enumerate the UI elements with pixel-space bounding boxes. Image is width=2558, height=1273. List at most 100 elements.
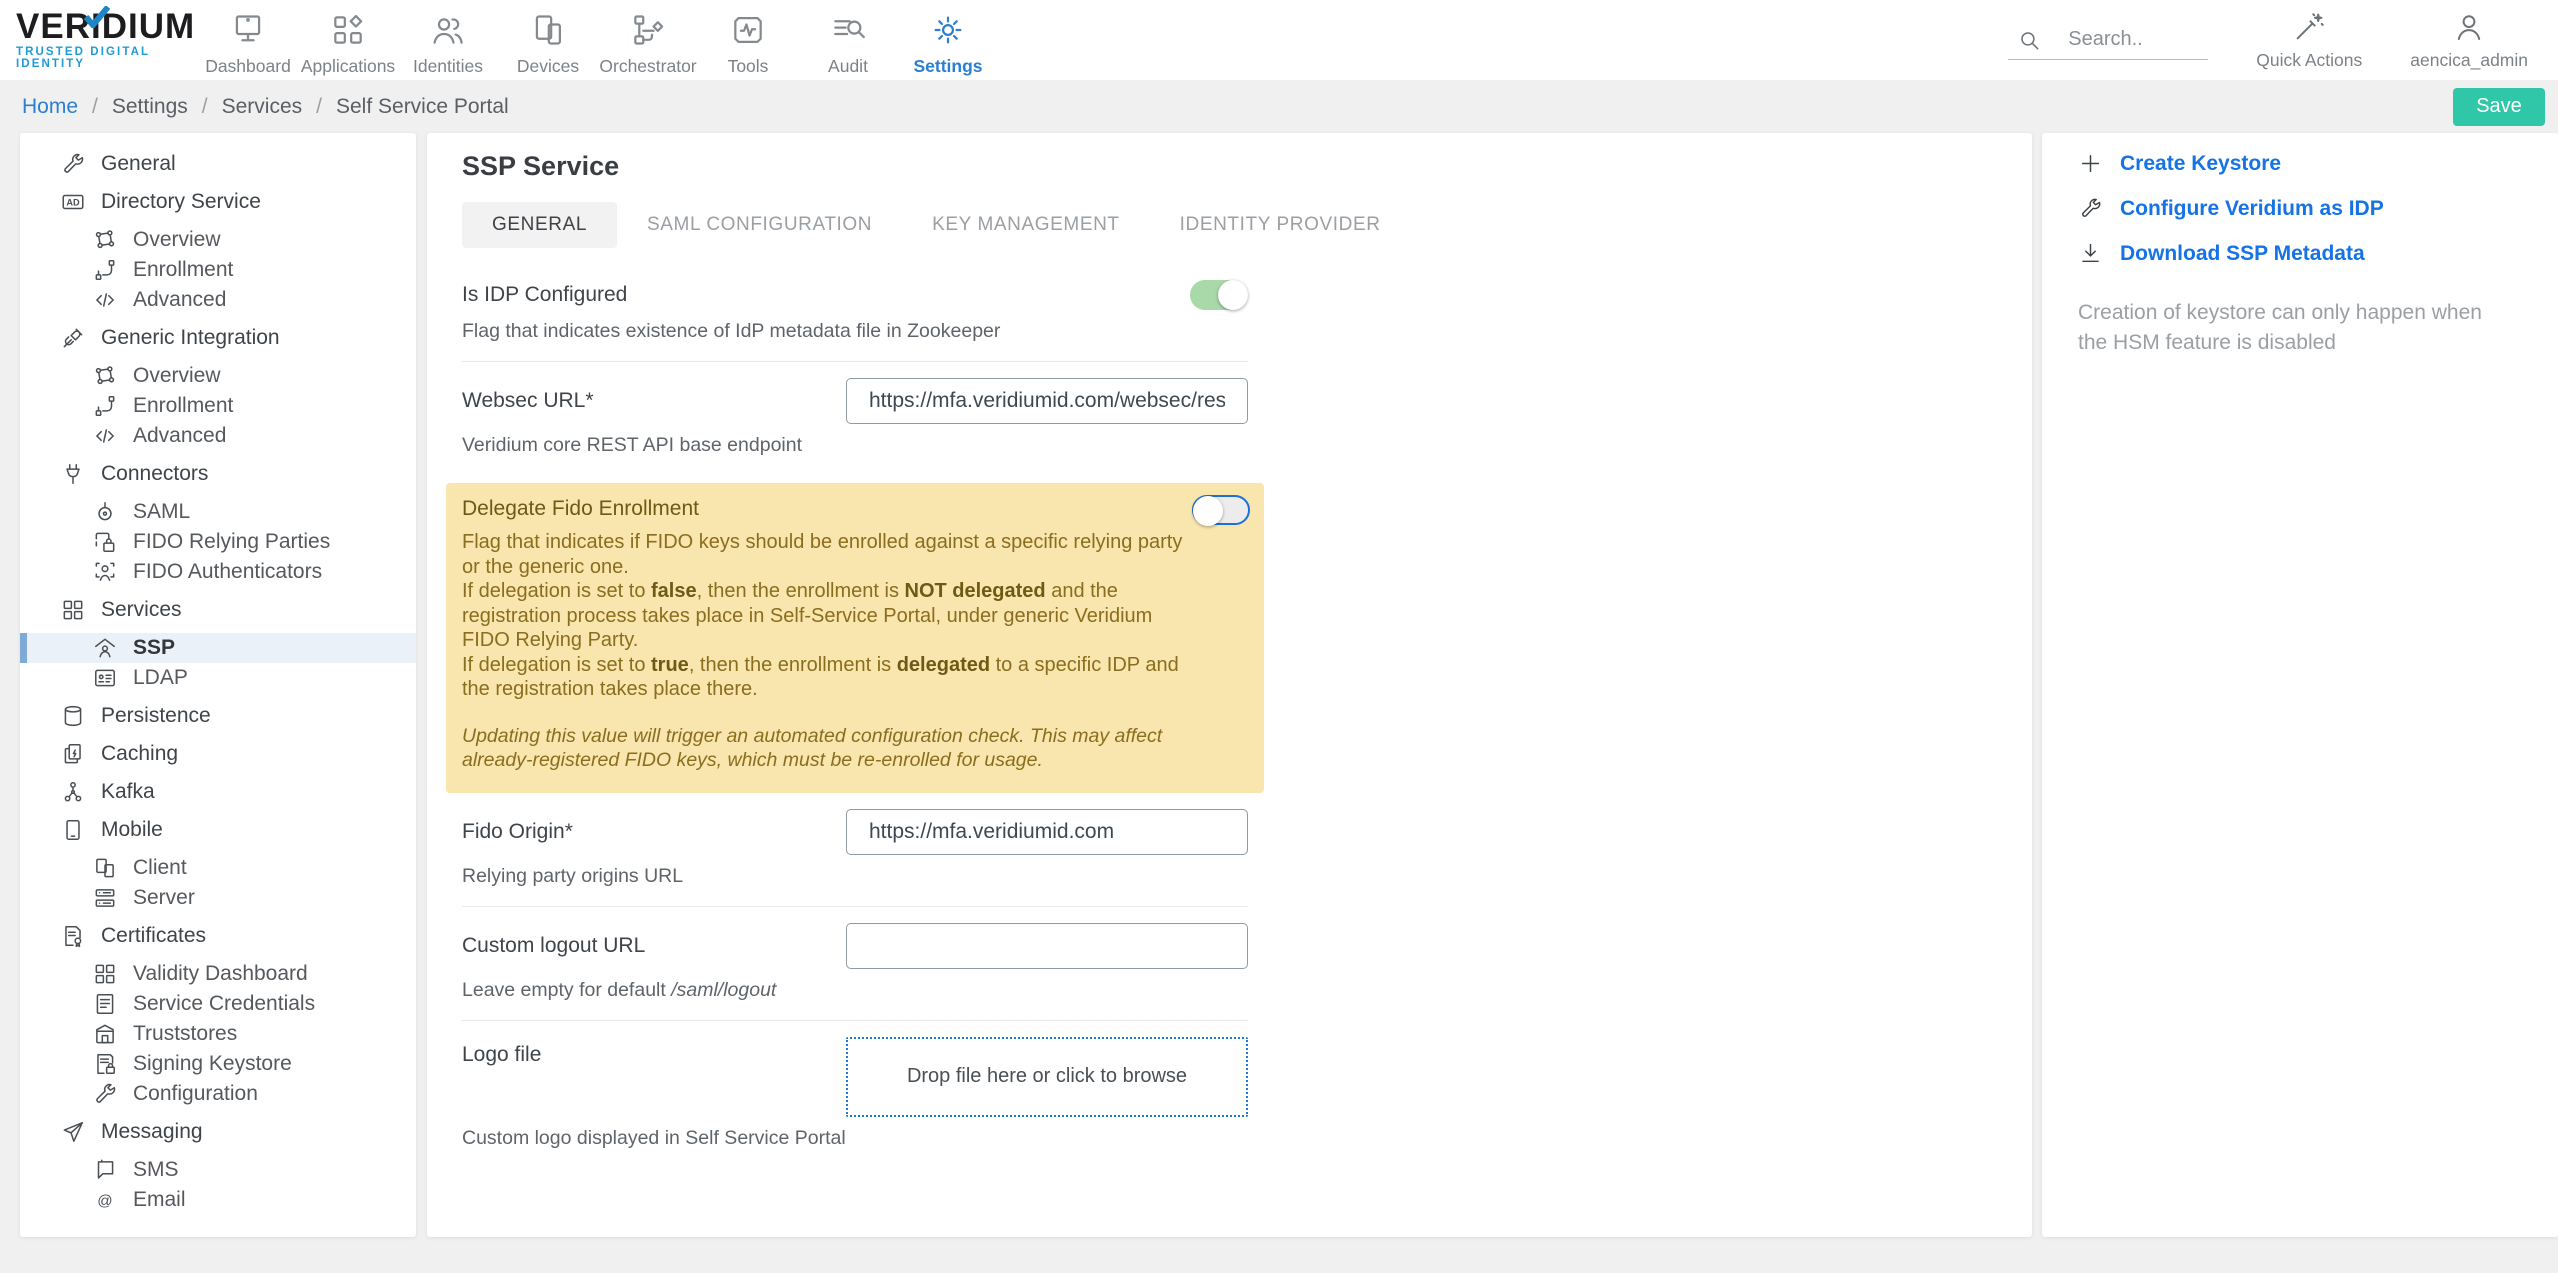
nav-item-devices[interactable]: Devices: [498, 3, 598, 77]
sidebar-item-overview[interactable]: Overview: [20, 225, 416, 255]
delegate-fido-toggle[interactable]: [1192, 495, 1250, 525]
database-icon: [60, 703, 86, 729]
create-keystore-link[interactable]: Create Keystore: [2078, 151, 2522, 176]
grid-icon: [92, 961, 118, 987]
sidebar-item-directory-service[interactable]: ADDirectory Service: [20, 187, 416, 217]
sidebar-item-label: SAML: [133, 500, 190, 524]
is-idp-toggle[interactable]: [1190, 280, 1248, 310]
sidebar-item-label: Kafka: [101, 780, 155, 804]
tab-identity-provider[interactable]: IDENTITY PROVIDER: [1150, 202, 1411, 248]
sidebar-item-service-credentials[interactable]: Service Credentials: [20, 989, 416, 1019]
sidebar-item-sms[interactable]: SMS: [20, 1155, 416, 1185]
sidebar-item-truststores[interactable]: Truststores: [20, 1019, 416, 1049]
user-menu[interactable]: aencica_admin: [2410, 10, 2528, 71]
sidebar-item-advanced[interactable]: Advanced: [20, 285, 416, 315]
cache-icon: [60, 741, 86, 767]
sidebar-item-signing-keystore[interactable]: Signing Keystore: [20, 1049, 416, 1079]
sidebar-list: GeneralADDirectory ServiceOverviewEnroll…: [20, 133, 416, 1215]
tab-saml-configuration[interactable]: SAML CONFIGURATION: [617, 202, 902, 248]
toggle-knob: [1193, 496, 1223, 526]
plus-icon: [2078, 151, 2103, 176]
breadcrumb-item-home[interactable]: Home: [22, 95, 78, 119]
sidebar-item-saml[interactable]: SAML: [20, 497, 416, 527]
sidebar-item-generic-integration[interactable]: Generic Integration: [20, 323, 416, 353]
veridium-logo[interactable]: VERIDIUM TRUSTED DIGITAL IDENTITY: [0, 10, 190, 70]
sidebar-item-persistence[interactable]: Persistence: [20, 701, 416, 731]
sidebar-item-label: Services: [101, 598, 182, 622]
sidebar-item-connectors[interactable]: Connectors: [20, 459, 416, 489]
connector-icon: [60, 461, 86, 487]
sidebar-item-ldap[interactable]: LDAP: [20, 663, 416, 693]
sidebar-item-advanced[interactable]: Advanced: [20, 421, 416, 451]
fido-origin-input[interactable]: [846, 809, 1248, 855]
page-title: SSP Service: [462, 151, 1996, 182]
breadcrumb-item-settings[interactable]: Settings: [112, 95, 188, 119]
fido-origin-description: Relying party origins URL: [462, 865, 1248, 888]
logo-dropzone[interactable]: Drop file here or click to browse: [846, 1037, 1248, 1117]
sidebar-item-email[interactable]: @Email: [20, 1185, 416, 1215]
plug-icon: [60, 325, 86, 351]
configure-veridium-as-idp-link[interactable]: Configure Veridium as IDP: [2078, 196, 2522, 221]
delegate-line1: Flag that indicates if FIDO keys should …: [462, 531, 1182, 578]
sidebar-item-enrollment[interactable]: Enrollment: [20, 391, 416, 421]
sidebar-item-messaging[interactable]: Messaging: [20, 1117, 416, 1147]
sidebar-item-fido-authenticators[interactable]: FIDO Authenticators: [20, 557, 416, 587]
sidebar-item-label: Directory Service: [101, 190, 261, 214]
sidebar-item-server[interactable]: Server: [20, 883, 416, 913]
global-search[interactable]: [2008, 21, 2208, 60]
sidebar-item-label: SMS: [133, 1158, 179, 1182]
save-button[interactable]: Save: [2453, 88, 2545, 126]
breadcrumb-item-self-service-portal[interactable]: Self Service Portal: [336, 95, 509, 119]
logo-tagline: TRUSTED DIGITAL IDENTITY: [16, 46, 190, 70]
nav-item-audit[interactable]: Audit: [798, 3, 898, 77]
sidebar-item-label: Advanced: [133, 424, 226, 448]
breadcrumb: Home/Settings/Services/Self Service Port…: [22, 95, 509, 119]
sidebar-item-kafka[interactable]: Kafka: [20, 777, 416, 807]
is-idp-label: Is IDP Configured: [462, 283, 1190, 307]
sidebar-item-ssp[interactable]: SSP: [20, 633, 416, 663]
nav-item-tools[interactable]: Tools: [698, 3, 798, 77]
quick-actions-button[interactable]: Quick Actions: [2256, 10, 2362, 71]
sidebar-item-validity-dashboard[interactable]: Validity Dashboard: [20, 959, 416, 989]
identities-icon: [429, 11, 467, 49]
sidebar-item-general[interactable]: General: [20, 149, 416, 179]
sidebar-item-overview[interactable]: Overview: [20, 361, 416, 391]
nav-item-dashboard[interactable]: Dashboard: [198, 3, 298, 77]
tab-general[interactable]: GENERAL: [462, 202, 617, 248]
sidebar-item-enrollment[interactable]: Enrollment: [20, 255, 416, 285]
sidebar-item-caching[interactable]: Caching: [20, 739, 416, 769]
settings-sidebar: GeneralADDirectory ServiceOverviewEnroll…: [20, 133, 416, 1237]
code-icon: [92, 423, 118, 449]
sidebar-item-certificates[interactable]: Certificates: [20, 921, 416, 951]
custom-logout-input[interactable]: [846, 923, 1248, 969]
sidebar-item-mobile[interactable]: Mobile: [20, 815, 416, 845]
sidebar-item-configuration[interactable]: Configuration: [20, 1079, 416, 1109]
sidebar-item-label: Connectors: [101, 462, 208, 486]
sidebar-item-services[interactable]: Services: [20, 595, 416, 625]
sidebar-item-client[interactable]: Client: [20, 853, 416, 883]
sidebar-item-fido-relying-parties[interactable]: FIDO Relying Parties: [20, 527, 416, 557]
sidebar-item-label: Generic Integration: [101, 326, 280, 350]
download-ssp-metadata-link[interactable]: Download SSP Metadata: [2078, 241, 2522, 266]
tab-key-management[interactable]: KEY MANAGEMENT: [902, 202, 1150, 248]
magic-wand-icon: [2292, 10, 2326, 44]
kafka-icon: [60, 779, 86, 805]
nav-item-label: Applications: [301, 56, 395, 77]
nav-item-applications[interactable]: Applications: [298, 3, 398, 77]
nav-item-identities[interactable]: Identities: [398, 3, 498, 77]
search-input[interactable]: [2068, 28, 2208, 51]
websec-url-input[interactable]: [846, 378, 1248, 424]
devices-icon: [529, 11, 567, 49]
field-is-idp-configured: Is IDP Configured: [462, 264, 1248, 310]
svg-text:@: @: [97, 1192, 112, 1209]
nav-item-orchestrator[interactable]: Orchestrator: [598, 3, 698, 77]
sidebar-item-label: Persistence: [101, 704, 211, 728]
nav-item-label: Tools: [728, 56, 769, 77]
doc-lines-icon: [92, 991, 118, 1017]
nav-item-settings[interactable]: Settings: [898, 3, 998, 77]
field-logo-file: Logo file Drop file here or click to bro…: [462, 1021, 1248, 1117]
breadcrumb-item-services[interactable]: Services: [222, 95, 303, 119]
search-icon: [2016, 27, 2042, 53]
username-label: aencica_admin: [2410, 50, 2528, 71]
websec-url-label: Websec URL*: [462, 389, 846, 413]
